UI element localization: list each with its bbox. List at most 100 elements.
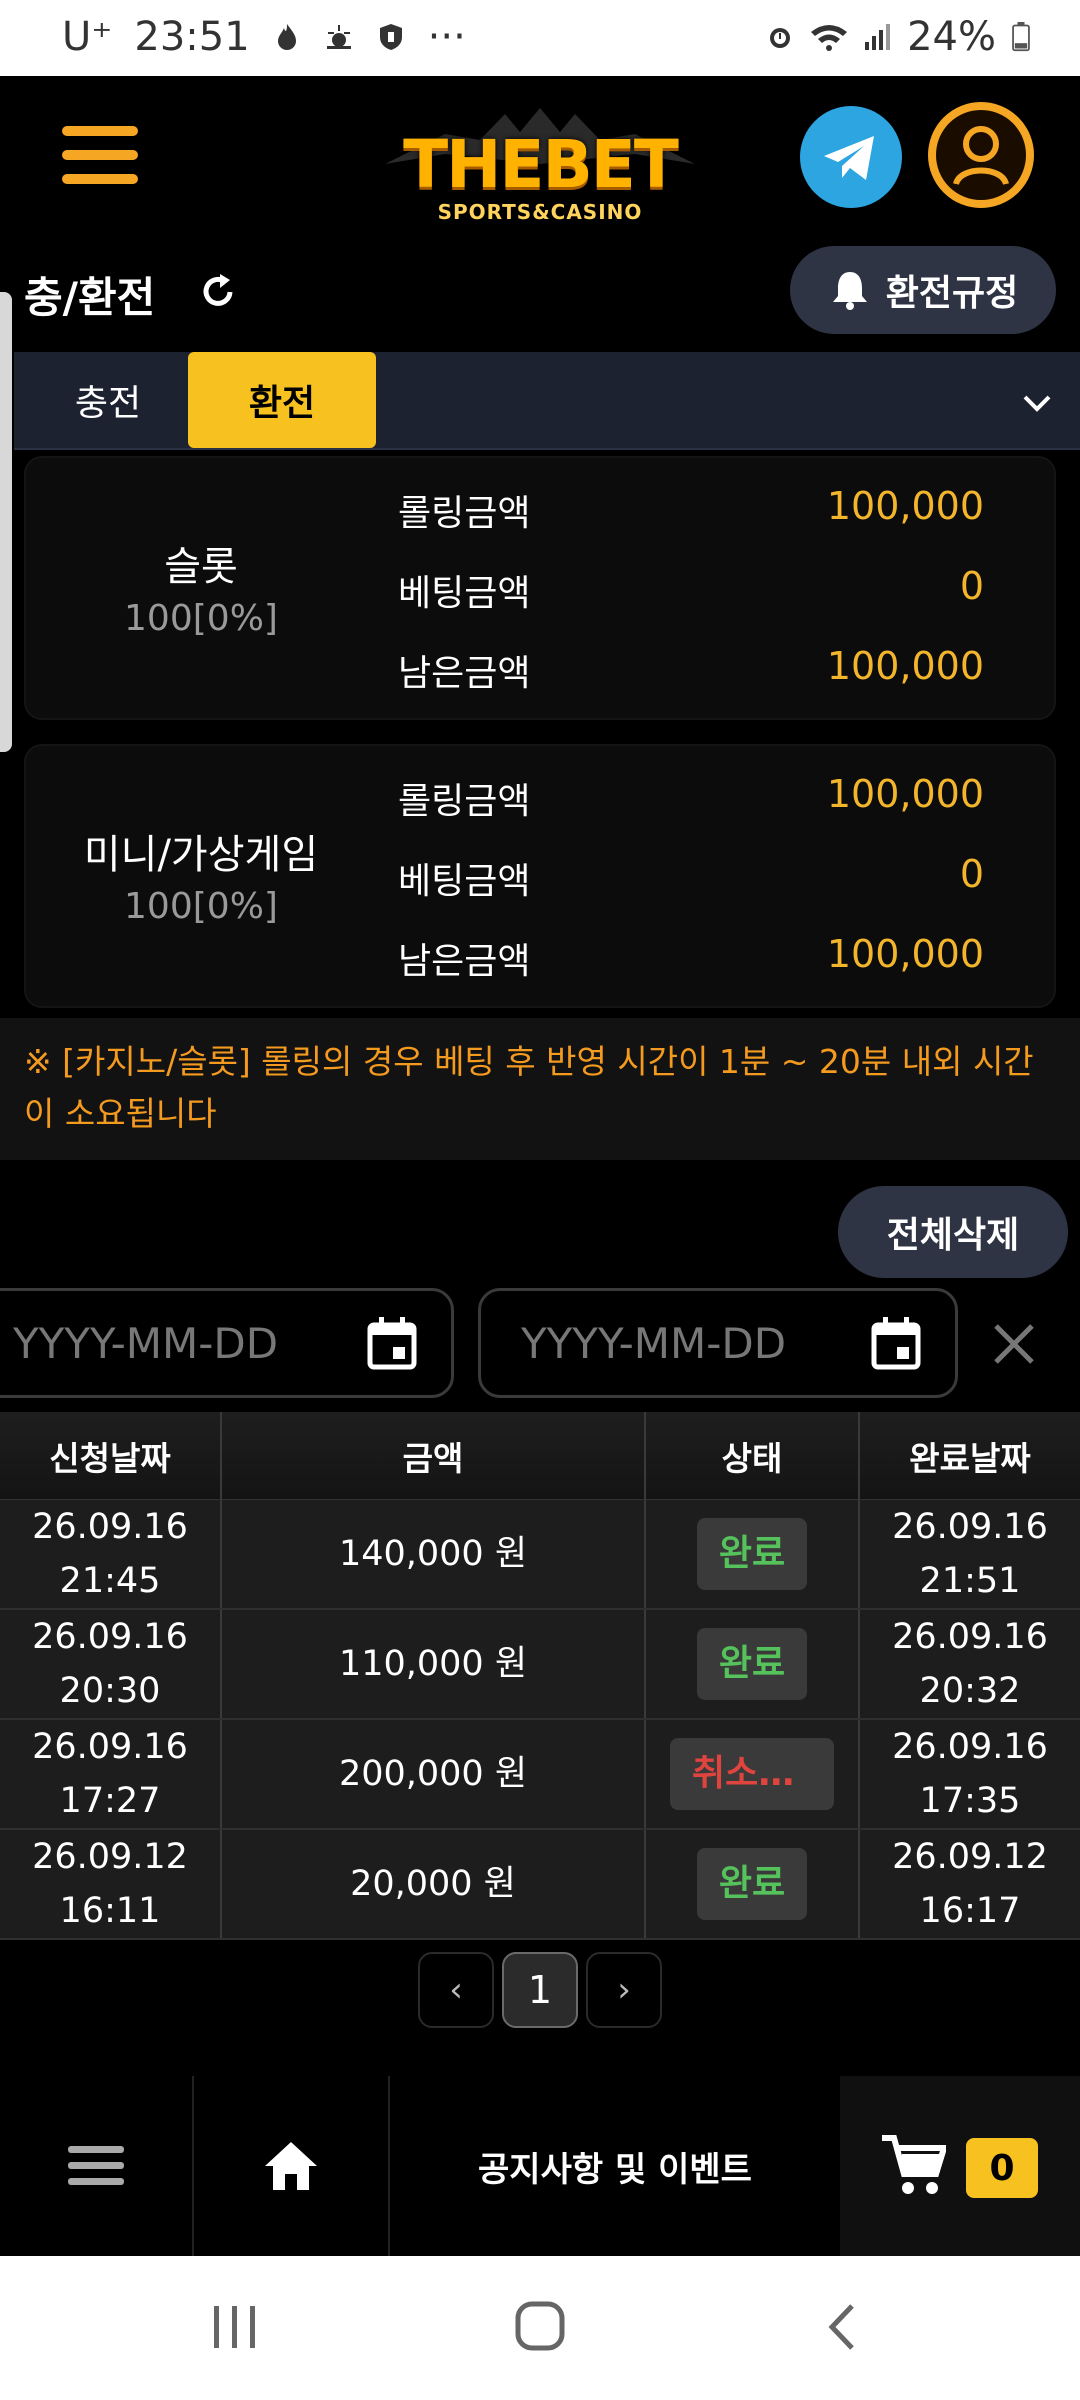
betting-amount-label: 베팅금액 — [398, 861, 531, 902]
rolling-amount-label: 롤링금액 — [398, 493, 531, 534]
app-header: THEBET SPORTS&CASINO — [0, 76, 1080, 234]
request-time: 16:11 — [59, 1891, 161, 1931]
telegram-icon[interactable] — [800, 106, 902, 208]
table-row[interactable]: 26.09.16 17:27 200,000 원 취소… 26.09.16 17:3… — [0, 1720, 1080, 1830]
request-datetime: 26.09.16 20:30 — [0, 1610, 222, 1718]
refresh-icon[interactable] — [196, 270, 240, 314]
start-date-field[interactable]: YYYY-MM-DD — [0, 1288, 454, 1398]
complete-datetime: 26.09.16 17:35 — [860, 1720, 1080, 1828]
notice-line-1: ※ [카지노/슬롯] 롤링의 경우 베팅 후 반영 시간이 1분 ~ 20분 내… — [24, 1042, 1034, 1081]
prev-page-button[interactable]: ‹ — [418, 1952, 494, 2028]
start-date-placeholder: YYYY-MM-DD — [13, 1318, 279, 1368]
column-status: 상태 — [646, 1412, 860, 1499]
request-time: 17:27 — [59, 1781, 161, 1821]
request-date: 26.09.12 — [32, 1837, 188, 1877]
rolling-notice: ※ [카지노/슬롯] 롤링의 경우 베팅 후 반영 시간이 1분 ~ 20분 내… — [0, 1018, 1080, 1160]
status-badge: 완료 — [696, 1518, 808, 1590]
remaining-amount-label: 남은금액 — [398, 941, 531, 982]
weather-icon — [326, 25, 351, 49]
request-time: 21:45 — [59, 1561, 161, 1601]
clock: 23:51 — [134, 14, 250, 60]
logo[interactable]: THEBET SPORTS&CASINO — [385, 96, 695, 224]
scrollbar[interactable] — [0, 292, 12, 752]
alarm-icon — [770, 28, 791, 48]
bottom-menu-button[interactable] — [0, 2076, 194, 2256]
home-button[interactable] — [194, 2076, 390, 2256]
request-datetime: 26.09.16 21:45 — [0, 1500, 222, 1608]
bet-slip-button[interactable]: 0 — [840, 2076, 1080, 2256]
history-toolbar: 전체삭제 — [0, 1160, 1080, 1284]
user-icon[interactable] — [928, 102, 1034, 208]
next-page-button[interactable]: › — [586, 1952, 662, 2028]
complete-time: 20:32 — [919, 1671, 1021, 1711]
complete-time: 21:51 — [919, 1561, 1021, 1601]
card-name: 미니/가상게임 — [83, 832, 319, 878]
card-percent: 100[0%] — [124, 598, 278, 639]
table-row[interactable]: 26.09.16 21:45 140,000 원 완료 26.09.16 21:51 — [0, 1500, 1080, 1610]
withdraw-history-table: 신청날짜 금액 상태 완료날짜 26.09.16 21:45 140,000 원 … — [0, 1412, 1080, 1940]
bottom-nav: 공지사항 및 이벤트 0 — [0, 2076, 1080, 2256]
tab-charge[interactable]: 충전 — [14, 352, 202, 448]
remaining-amount-value: 100,000 — [826, 644, 984, 688]
flame-icon — [277, 24, 296, 50]
status-cell: 취소… — [646, 1720, 860, 1828]
home-icon — [265, 2142, 317, 2190]
chevron-down-icon[interactable] — [1022, 388, 1052, 418]
status-badge: 완료 — [696, 1628, 808, 1700]
amount: 20,000 원 — [222, 1830, 646, 1938]
column-request-date: 신청날짜 — [0, 1412, 222, 1499]
withdraw-rules-button[interactable]: 환전규정 — [790, 246, 1056, 334]
hamburger-icon[interactable] — [62, 126, 138, 184]
carrier-label: U⁺ — [62, 14, 113, 60]
rolling-amount-label: 롤링금액 — [398, 781, 531, 822]
remaining-amount-value: 100,000 — [826, 932, 984, 976]
logo-subtitle: SPORTS&CASINO — [437, 200, 643, 224]
signal-icon — [865, 24, 891, 50]
complete-time: 16:17 — [919, 1891, 1021, 1931]
request-datetime: 26.09.12 16:11 — [0, 1830, 222, 1938]
card-percent: 100[0%] — [124, 886, 278, 927]
complete-datetime: 26.09.16 21:51 — [860, 1500, 1080, 1608]
end-date-field[interactable]: YYYY-MM-DD — [478, 1288, 958, 1398]
complete-date: 26.09.12 — [892, 1837, 1048, 1877]
logo-text: THEBET — [403, 126, 679, 203]
system-nav-bar — [0, 2256, 1080, 2400]
table-row[interactable]: 26.09.16 20:30 110,000 원 완료 26.09.16 20:32 — [0, 1610, 1080, 1720]
status-badge: 완료 — [696, 1848, 808, 1920]
recent-apps-icon[interactable] — [210, 2304, 260, 2350]
back-icon[interactable] — [824, 2302, 860, 2352]
wifi-icon — [811, 25, 848, 51]
table-header: 신청날짜 금액 상태 완료날짜 — [0, 1412, 1080, 1500]
amount: 140,000 원 — [222, 1500, 646, 1608]
complete-time: 17:35 — [919, 1781, 1021, 1821]
complete-datetime: 26.09.16 20:32 — [860, 1610, 1080, 1718]
close-icon[interactable] — [986, 1316, 1042, 1372]
home-nav-icon[interactable] — [514, 2300, 566, 2352]
status-cell: 완료 — [646, 1830, 860, 1938]
notice-line-2: 이 소요됩니다 — [24, 1094, 217, 1133]
request-date: 26.09.16 — [32, 1617, 188, 1657]
status-cell: 완료 — [646, 1610, 860, 1718]
request-date: 26.09.16 — [32, 1727, 188, 1767]
amount: 200,000 원 — [222, 1720, 646, 1828]
delete-all-button[interactable]: 전체삭제 — [838, 1186, 1068, 1278]
column-complete-date: 완료날짜 — [909, 1438, 1031, 1478]
title-row: 충/환전 환전규정 — [0, 234, 1080, 352]
page-button[interactable]: 1 — [502, 1952, 578, 2028]
calendar-icon[interactable] — [367, 1317, 417, 1371]
page-title: 충/환전 — [24, 273, 156, 322]
request-datetime: 26.09.16 17:27 — [0, 1720, 222, 1828]
shield-icon — [379, 24, 402, 50]
betting-amount-value: 0 — [959, 564, 984, 608]
status-cell: 완료 — [646, 1500, 860, 1608]
complete-date: 26.09.16 — [892, 1507, 1048, 1547]
rolling-amount-value: 100,000 — [826, 484, 984, 528]
calendar-icon[interactable] — [871, 1317, 921, 1371]
complete-date: 26.09.16 — [892, 1617, 1048, 1657]
battery-icon — [1012, 22, 1030, 52]
notice-events-button[interactable]: 공지사항 및 이벤트 — [390, 2076, 840, 2256]
complete-date: 26.09.16 — [892, 1727, 1048, 1767]
tab-withdraw[interactable]: 환전 — [188, 352, 376, 448]
cart-count-badge: 0 — [966, 2138, 1038, 2198]
table-row[interactable]: 26.09.12 16:11 20,000 원 완료 26.09.12 16:17 — [0, 1830, 1080, 1940]
